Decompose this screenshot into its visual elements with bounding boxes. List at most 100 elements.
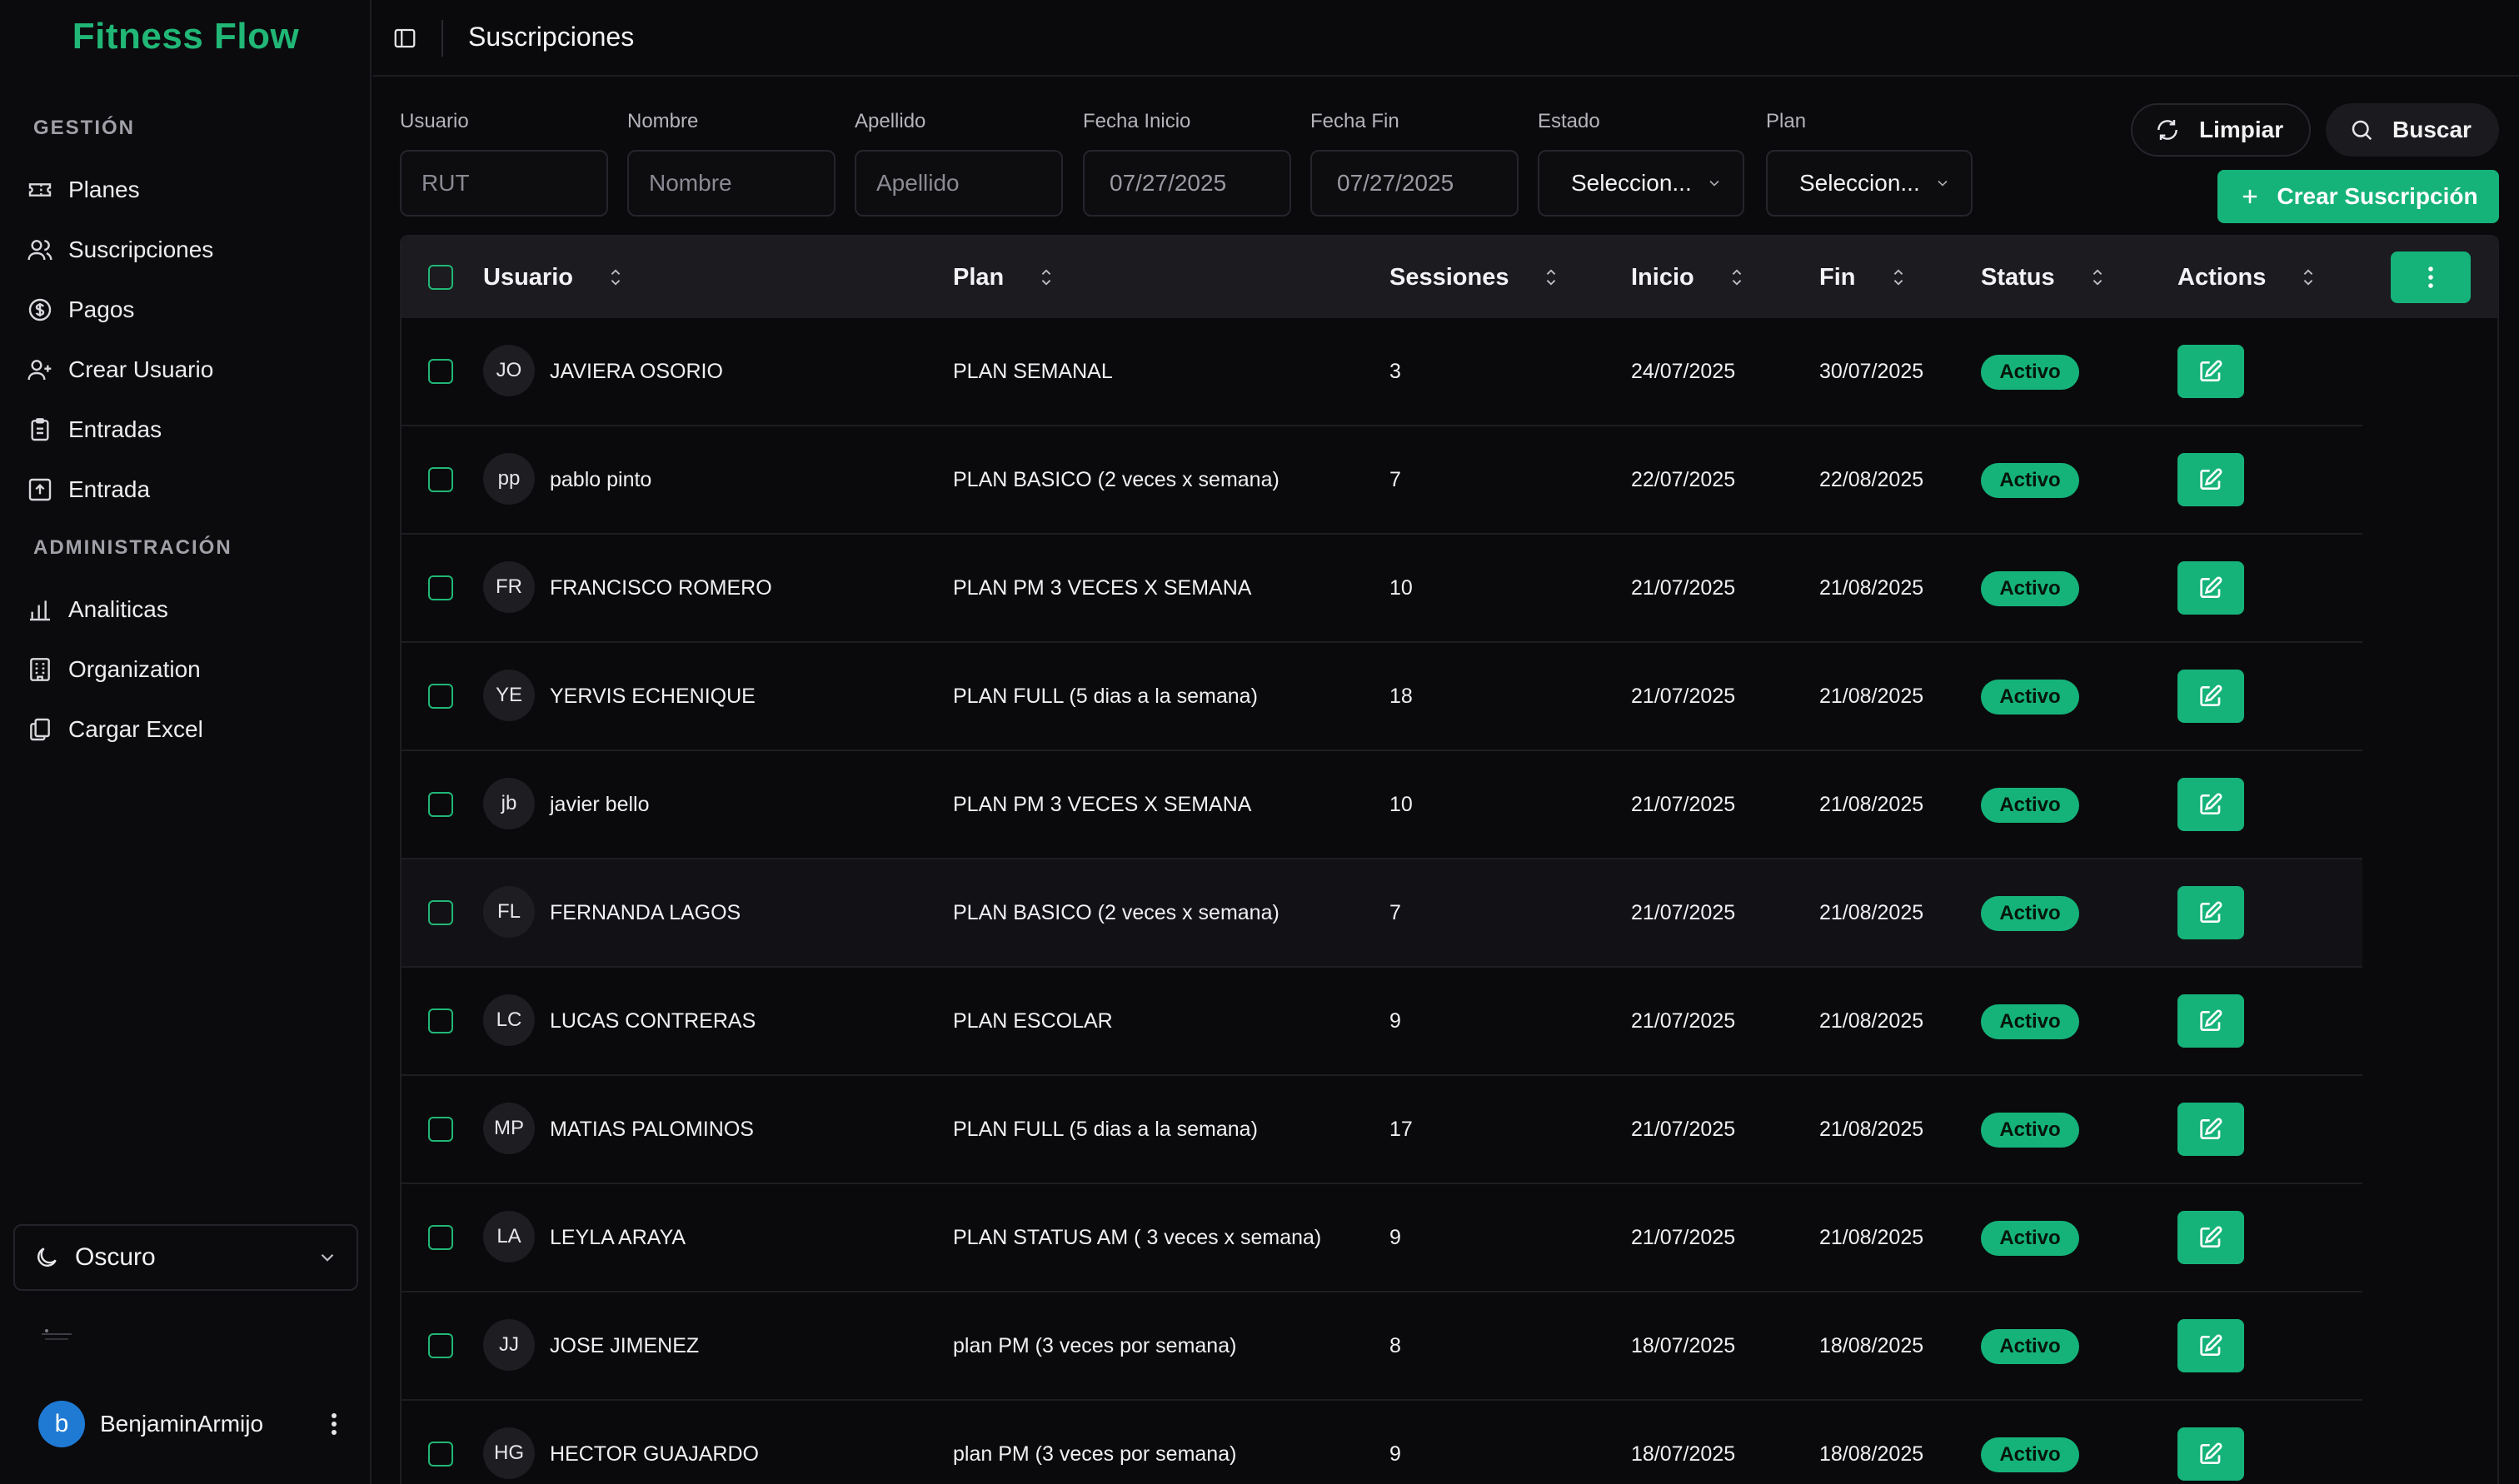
estado-select-value: Seleccion... [1571,170,1692,196]
row-checkbox[interactable] [428,1333,453,1358]
sidebar-item-planes[interactable]: Planes [15,165,357,215]
plan-select[interactable]: Seleccion... [1766,150,1973,217]
edit-icon [2200,576,2222,598]
cell-sessions: 10 [1389,792,1413,816]
sidebar-item-analiticas[interactable]: Analiticas [15,585,357,635]
sidebar-item-organization[interactable]: Organization [15,645,357,695]
edit-button[interactable] [2177,453,2244,506]
edit-icon [2200,1226,2222,1247]
sidebar-item-crear-usuario[interactable]: Crear Usuario [15,345,357,395]
table-row[interactable]: FR FRANCISCO ROMERO PLAN PM 3 VECES X SEMA… [402,535,2362,643]
avatar: JO [483,345,535,396]
row-checkbox[interactable] [428,1117,453,1142]
edit-button[interactable] [2177,1319,2244,1372]
nombre-input[interactable] [627,150,836,217]
sidebar-item-label: Planes [68,177,140,202]
sidebar-item-entradas[interactable]: Entradas [15,405,357,455]
sidebar-item-suscripciones[interactable]: Suscripciones [15,225,357,275]
column-header-plan[interactable]: Plan [953,237,1055,318]
table-row[interactable]: pp pablo pinto PLAN BASICO (2 veces x sema… [402,426,2362,535]
row-checkbox[interactable] [428,575,453,600]
column-header-usuario[interactable]: Usuario [483,237,625,318]
fecha-inicio-label: Fecha Inicio [1083,110,1191,132]
cell-plan: plan PM (3 veces por semana) [953,1333,1237,1357]
section-title-administracion: ADMINISTRACIÓN [33,536,232,559]
column-header-sessiones[interactable]: Sessiones [1389,237,1560,318]
user-menu-button[interactable] [322,1407,347,1441]
status-badge: Activo [1981,1113,2079,1148]
clear-button[interactable]: Limpiar [2131,103,2311,157]
edit-button[interactable] [2177,1103,2244,1156]
row-checkbox[interactable] [428,900,453,925]
section-title-gestion: GESTIÓN [33,117,136,139]
edit-button[interactable] [2177,778,2244,831]
row-checkbox[interactable] [428,1442,453,1467]
table-row[interactable]: JO JAVIERA OSORIO PLAN SEMANAL 3 24/07/2025 3… [402,318,2362,426]
sidebar-item-entrada[interactable]: Entrada [15,465,357,515]
cell-user-name: MATIAS PALOMINOS [550,1117,754,1141]
edit-button[interactable] [2177,1211,2244,1264]
column-header-inicio[interactable]: Inicio [1631,237,1746,318]
table-row[interactable]: JJ JOSE JIMENEZ plan PM (3 veces por seman… [402,1292,2362,1401]
panel-left-icon [394,28,416,48]
edit-button[interactable] [2177,670,2244,723]
column-header-label: Fin [1819,263,1856,291]
column-header-status[interactable]: Status [1981,237,2107,318]
cell-end-date: 21/08/2025 [1819,1117,1924,1141]
row-checkbox[interactable] [428,467,453,492]
cell-user-name: LUCAS CONTRERAS [550,1008,756,1033]
sidebar-item-cargar-excel[interactable]: Cargar Excel [15,705,357,754]
table-row[interactable]: MP MATIAS PALOMINOS PLAN FULL (5 dias a la… [402,1076,2362,1184]
table-row[interactable]: jb javier bello PLAN PM 3 VECES X SEMANA 10… [402,751,2362,859]
row-checkbox[interactable] [428,359,453,384]
column-header-fin[interactable]: Fin [1819,237,1908,318]
row-checkbox[interactable] [428,1225,453,1250]
table-row[interactable]: LA LEYLA ARAYA PLAN STATUS AM ( 3 veces x … [402,1184,2362,1292]
table-row[interactable]: HG HECTOR GUAJARDO plan PM (3 veces por se… [402,1401,2362,1484]
edit-button[interactable] [2177,561,2244,615]
estado-select[interactable]: Seleccion... [1538,150,1744,217]
user-name: BenjaminArmijo [100,1411,264,1437]
search-button[interactable]: Buscar [2326,103,2499,157]
column-options-button[interactable] [2391,251,2471,303]
fecha-fin-input[interactable]: 07/27/2025 [1310,150,1519,217]
cell-end-date: 21/08/2025 [1819,575,1924,600]
apellido-input[interactable] [855,150,1063,217]
sort-icon [1547,269,1556,286]
row-checkbox[interactable] [428,684,453,709]
cell-start-date: 21/07/2025 [1631,1117,1736,1141]
cell-user-name: FRANCISCO ROMERO [550,575,772,600]
cell-plan: PLAN SEMANAL [953,359,1113,383]
sidebar-item-label: Suscripciones [68,237,214,262]
create-subscription-button[interactable]: Crear Suscripción [2217,170,2499,223]
edit-button[interactable] [2177,994,2244,1048]
organization-logo [40,1326,73,1348]
sidebar-item-pagos[interactable]: Pagos [15,285,357,335]
fecha-inicio-input[interactable]: 07/27/2025 [1083,150,1291,217]
column-header-label: Actions [2177,263,2267,291]
edit-button[interactable] [2177,886,2244,939]
edit-button[interactable] [2177,345,2244,398]
sidebar-toggle-button[interactable] [388,22,421,55]
brand-logo[interactable]: Fitness Flow [0,12,372,62]
cell-start-date: 21/07/2025 [1631,1008,1736,1033]
usuario-input[interactable] [400,150,608,217]
user-profile[interactable]: b BenjaminArmijo [38,1399,347,1449]
edit-icon [2200,360,2222,381]
edit-icon [2200,793,2222,814]
column-header-actions[interactable]: Actions [2177,237,2317,318]
select-all-checkbox[interactable] [428,265,453,290]
user-plus-icon [27,360,52,381]
edit-button[interactable] [2177,1427,2244,1481]
row-checkbox[interactable] [428,1008,453,1033]
table-row[interactable]: LC LUCAS CONTRERAS PLAN ESCOLAR 9 21/07/2025… [402,968,2362,1076]
cell-user-name: FERNANDA LAGOS [550,900,741,924]
avatar: LA [483,1211,535,1262]
table-row[interactable]: YE YERVIS ECHENIQUE PLAN FULL (5 dias a la… [402,643,2362,751]
table-row[interactable]: FL FERNANDA LAGOS PLAN BASICO (2 veces x s… [402,859,2362,968]
theme-select[interactable]: Oscuro [13,1224,358,1291]
status-badge: Activo [1981,1004,2079,1039]
row-checkbox[interactable] [428,792,453,817]
ticket-icon [28,183,52,197]
bar-chart-icon [30,600,50,621]
